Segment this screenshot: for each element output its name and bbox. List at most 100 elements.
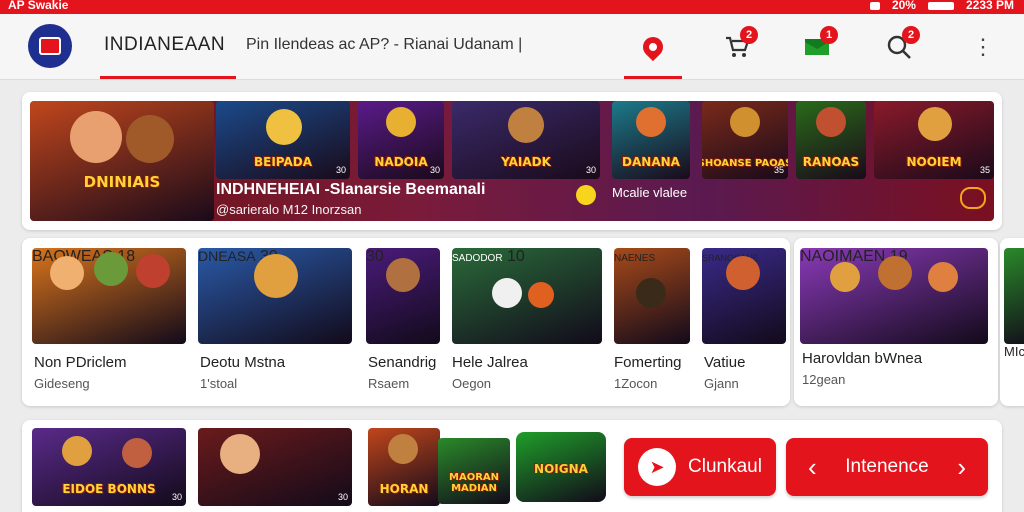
- character-image: [126, 115, 174, 163]
- battery-percent: 20%: [891, 0, 916, 12]
- game-count: 10: [507, 248, 525, 265]
- character-image: [508, 107, 544, 143]
- clunkaul-button[interactable]: ➤ Clunkaul: [624, 438, 776, 496]
- app-logo[interactable]: [28, 24, 72, 68]
- game-item-1[interactable]: BAOWEAS 18 Non PDriclem Gideseng: [32, 248, 186, 391]
- game-thumbnail: DNEASA 30: [198, 248, 352, 344]
- clock-icon: [576, 185, 596, 205]
- banner-tile-label: DANANA: [622, 155, 680, 169]
- alarm-icon: [869, 1, 880, 10]
- game-count: 30: [337, 492, 348, 502]
- character-image: [50, 256, 84, 290]
- game-meta: Rsaem: [368, 376, 410, 391]
- game-thumbnail: [1004, 248, 1024, 344]
- character-image: [122, 438, 152, 468]
- game-thumbnail: SRANOSANE: [702, 248, 786, 344]
- character-image: [726, 256, 760, 290]
- banner-tile-7[interactable]: RANOAS: [796, 101, 866, 179]
- game-item-2[interactable]: DNEASA 30 Deotu Mstna 1'stoal: [198, 248, 352, 391]
- character-image: [636, 278, 666, 308]
- banner-tile-2[interactable]: BEIPADA 30: [216, 101, 350, 179]
- banner-tile-6[interactable]: SHOANSE PAOAS 35: [702, 101, 788, 179]
- more-button[interactable]: ⋮: [966, 30, 1000, 64]
- banner-tile-label: RANOAS: [802, 155, 860, 169]
- game-name: Deotu Mstna: [200, 354, 286, 371]
- character-image: [136, 254, 170, 288]
- bottom-game-1[interactable]: EIDOE BONNS 30: [32, 428, 186, 506]
- bottom-game-4[interactable]: MAORAN MADIAN: [438, 438, 510, 504]
- status-bar: AP Swakie 20% 2233 PM: [0, 0, 1024, 14]
- banner-tile-8[interactable]: NOOIEM 35: [874, 101, 994, 179]
- character-image: [386, 107, 416, 137]
- game-item-7[interactable]: NAOIMAEN 19 Harovldan bWnea 12gean: [800, 248, 988, 388]
- app-title: INDIANEAAN: [104, 34, 226, 55]
- game-name: Harovldan bWnea: [802, 350, 923, 367]
- game-tag: MAORAN MADIAN: [449, 472, 499, 494]
- bottom-game-3[interactable]: HORAN: [368, 428, 440, 506]
- character-image: [386, 258, 420, 292]
- featured-banner[interactable]: DNINIAIS BEIPADA 30 NADOIA 30 YAIADK 30 …: [30, 101, 994, 221]
- game-item-5[interactable]: NAENES Fomerting 1Zocon: [614, 248, 690, 391]
- cart-button[interactable]: 2: [720, 26, 758, 64]
- character-image: [878, 256, 912, 290]
- character-image: [62, 436, 92, 466]
- game-meta: Oegon: [452, 376, 492, 391]
- banner-tile-3[interactable]: NADOIA 30: [358, 101, 444, 179]
- chevron-left-icon: ‹: [808, 451, 817, 482]
- banner-tile-4[interactable]: YAIADK 30: [452, 101, 600, 179]
- bottom-game-5[interactable]: NOIGNA: [516, 432, 606, 502]
- banner-subtitle: @sarieralo M12 Inorzsan: [216, 202, 362, 217]
- battery-icon: [927, 1, 954, 10]
- game-item-4[interactable]: SADODOR 10 Hele Jalrea Oegon: [452, 248, 602, 391]
- game-meta: 1Zocon: [614, 376, 658, 391]
- banner-tile-5[interactable]: DANANA: [612, 101, 690, 179]
- game-meta: 1'stoal: [200, 376, 238, 391]
- game-meta: 12gean: [802, 372, 846, 387]
- banner-tile-count: 35: [979, 165, 990, 175]
- more-icon: ⋮: [972, 34, 994, 59]
- character-image: [528, 282, 554, 308]
- message-badge: 1: [820, 26, 838, 44]
- chevron-right-icon: ›: [957, 451, 966, 482]
- intenence-button-label: Intenence: [845, 456, 929, 477]
- bottom-game-2[interactable]: 30: [198, 428, 352, 506]
- game-tag: NOIGNA: [534, 462, 588, 476]
- location-icon: [638, 32, 668, 62]
- game-name: Senandrig: [368, 354, 437, 371]
- banner-tile-label: NADOIA: [374, 155, 428, 169]
- location-button[interactable]: [636, 30, 670, 64]
- active-icon-indicator: [624, 76, 682, 79]
- banner-tile-count: 35: [773, 165, 784, 175]
- game-item-3[interactable]: 30 Senandrig Rsaem: [366, 248, 440, 391]
- game-count: 30: [366, 248, 384, 265]
- search-button[interactable]: 2: [882, 26, 920, 64]
- banner-meta: Mcalie vlalee: [612, 185, 688, 200]
- banner-tile-1[interactable]: DNINIAIS: [30, 101, 214, 221]
- game-name: Vatiue: [704, 354, 746, 371]
- game-tag: SADODOR: [452, 253, 503, 264]
- banner-tile-label: YAIADK: [501, 155, 551, 169]
- status-left-text: AP Swakie: [8, 0, 69, 12]
- game-thumbnail: SADODOR 10: [452, 248, 602, 344]
- banner-tile-count: 30: [585, 165, 596, 175]
- character-image: [254, 254, 298, 298]
- game-thumbnail: NAOIMAEN 19: [800, 248, 988, 344]
- header-subtitle: Pin Ilendeas ac AP? - Rianai Udanam |: [246, 36, 523, 53]
- game-item-6[interactable]: SRANOSANE Vatiue Gjann: [702, 248, 786, 391]
- character-image: [730, 107, 760, 137]
- intenence-button[interactable]: ‹ Intenence ›: [786, 438, 988, 496]
- rocket-icon: ➤: [638, 448, 677, 486]
- message-button[interactable]: 1: [800, 26, 838, 64]
- banner-title: INDHNEHEIAI -Slanarsie Beemanali: [216, 181, 486, 198]
- game-name: Non PDriclem: [34, 354, 127, 371]
- banner-tile-label: DNINIAIS: [83, 173, 161, 191]
- game-thumbnail: BAOWEAS 18: [32, 248, 186, 344]
- game-tag: HORAN: [379, 482, 429, 496]
- logo-icon: [39, 37, 61, 55]
- search-badge: 2: [902, 26, 920, 44]
- game-item-8[interactable]: MIc: [1004, 248, 1024, 388]
- character-image: [816, 107, 846, 137]
- app-bar: INDIANEAAN Pin Ilendeas ac AP? - Rianai …: [0, 14, 1024, 80]
- chat-icon[interactable]: [960, 187, 986, 209]
- game-meta: Gideseng: [34, 376, 90, 391]
